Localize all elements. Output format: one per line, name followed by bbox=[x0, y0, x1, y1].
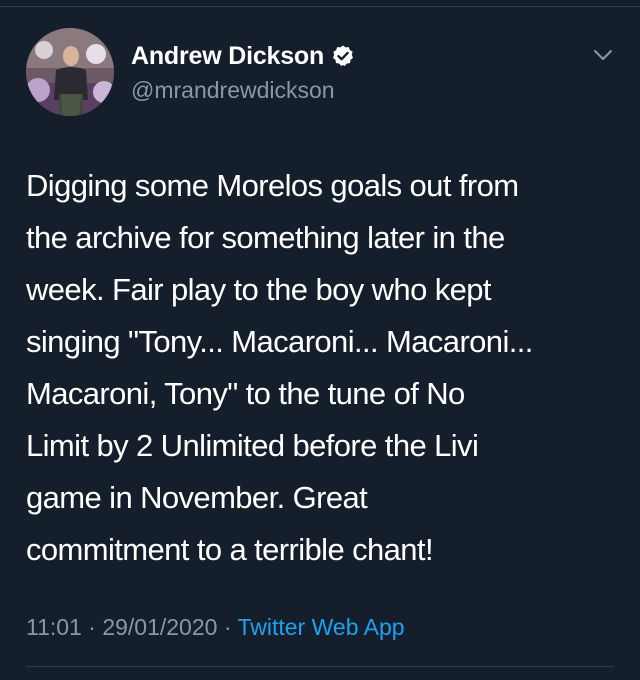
verified-badge-icon bbox=[331, 44, 355, 68]
author-handle[interactable]: @mrandrewdickson bbox=[131, 77, 335, 104]
tweet-source-link[interactable]: Twitter Web App bbox=[237, 614, 404, 640]
avatar[interactable] bbox=[26, 28, 114, 116]
tweet-date[interactable]: 29/01/2020 bbox=[102, 614, 217, 640]
tweet-meta: 11:01 · 29/01/2020 · Twitter Web App bbox=[26, 614, 405, 641]
top-divider bbox=[0, 0, 640, 7]
tweet-text: Digging some Morelos goals out from the … bbox=[26, 160, 621, 576]
tweet-line: Digging some Morelos goals out from bbox=[26, 168, 519, 203]
chevron-down-icon[interactable] bbox=[592, 48, 614, 62]
tweet-line: week. Fair play to the boy who kept bbox=[26, 272, 492, 307]
tweet-line: commitment to a terrible chant! bbox=[26, 532, 434, 567]
tweet-line: game in November. Great bbox=[26, 480, 368, 515]
meta-separator: · bbox=[88, 614, 96, 640]
tweet-line: Limit by 2 Unlimited before the Livi bbox=[26, 428, 479, 463]
tweet-line: the archive for something later in the bbox=[26, 220, 505, 255]
avatar-image bbox=[26, 28, 114, 116]
meta-separator: · bbox=[223, 614, 232, 640]
tweet-line: Macaroni, Tony" to the tune of No bbox=[26, 376, 465, 411]
tweet-line: singing "Tony... Macaroni... Macaroni... bbox=[26, 324, 533, 359]
tweet-time[interactable]: 11:01 bbox=[26, 614, 82, 640]
bottom-divider bbox=[26, 666, 614, 667]
author-name-row[interactable]: Andrew Dickson bbox=[131, 41, 355, 71]
author-display-name[interactable]: Andrew Dickson bbox=[131, 42, 324, 71]
